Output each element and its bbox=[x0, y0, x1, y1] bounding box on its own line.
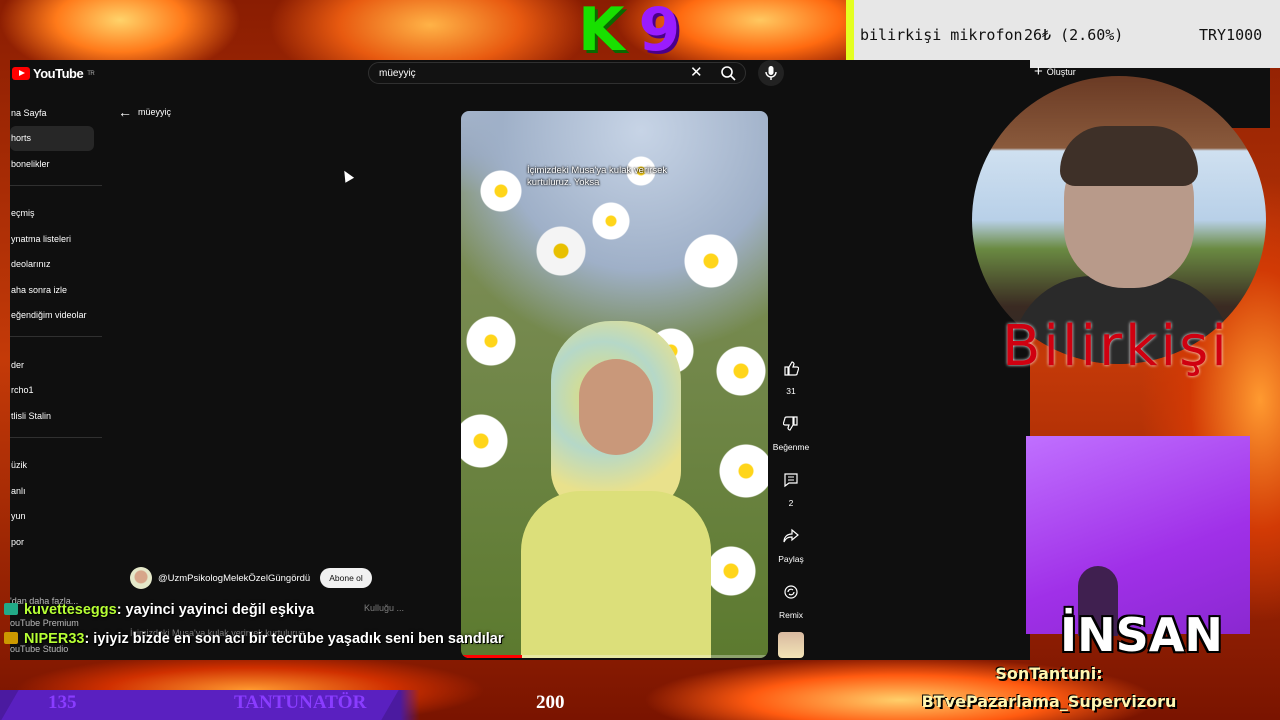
like-count: 31 bbox=[786, 386, 796, 396]
chat-message: kuvetteseggs: yayinci yayinci değil eşki… bbox=[4, 602, 314, 618]
microphone-icon bbox=[765, 66, 777, 80]
thumbs-up-icon bbox=[779, 356, 803, 380]
insan-label: İNSAN bbox=[1060, 608, 1223, 662]
video-title-ghost: Kulluğu ... bbox=[364, 603, 405, 613]
sidebar-item[interactable]: tlisli Stalin bbox=[10, 403, 105, 429]
sidebar-item[interactable]: ynatma listeleri bbox=[10, 226, 105, 252]
video-progress[interactable] bbox=[461, 655, 768, 658]
k9-number: 9 bbox=[638, 0, 681, 65]
sidebar-item[interactable]: anlı bbox=[10, 478, 105, 504]
goal-current: 135 bbox=[48, 692, 77, 713]
short-actions: 31 Beğenme 2 Paylaş Remix bbox=[770, 356, 812, 636]
chat-text: : yayinci yayinci değil eşkiya bbox=[116, 602, 315, 618]
share-button[interactable]: Paylaş bbox=[770, 524, 812, 580]
channel-avatar[interactable] bbox=[130, 567, 152, 589]
sidebar-item[interactable]: deolarınız bbox=[10, 252, 105, 278]
remix-label: Remix bbox=[778, 610, 804, 620]
goal-title: TANTUNATÖR bbox=[234, 692, 367, 713]
webcam-label: Bilirkişi bbox=[1002, 314, 1230, 379]
chat-username: kuvetteseggs bbox=[24, 602, 117, 618]
k9-logo: K9 bbox=[578, 0, 680, 60]
purple-camera-feed bbox=[1026, 436, 1250, 636]
remix-icon bbox=[779, 580, 803, 604]
arrow-left-icon: ← bbox=[118, 104, 132, 120]
back-button[interactable]: ← müeyyiç bbox=[118, 104, 171, 120]
search-icon bbox=[721, 66, 736, 81]
chat-message: NIPER33: iyiyiz bizde en son acı bir tec… bbox=[4, 631, 504, 647]
remix-button[interactable]: Remix bbox=[770, 580, 812, 636]
sidebar-item[interactable]: yun bbox=[10, 504, 105, 530]
youtube-logo[interactable]: YouTube TR bbox=[12, 66, 95, 81]
sidebar-item[interactable]: üzik bbox=[10, 453, 105, 479]
video-progress-fill bbox=[461, 655, 523, 658]
sidebar-item[interactable]: aha sonra izle bbox=[10, 277, 105, 303]
plus-icon: + bbox=[1034, 63, 1043, 80]
share-icon bbox=[779, 524, 803, 548]
channel-row: @UzmPsikologMelekÖzelGüngördü Abone ol bbox=[130, 567, 372, 589]
sound-thumbnail[interactable] bbox=[778, 632, 804, 658]
dislike-button[interactable]: Beğenme bbox=[770, 412, 812, 468]
comment-count: 2 bbox=[788, 498, 794, 508]
subscribe-button[interactable]: Abone ol bbox=[320, 568, 372, 588]
like-button[interactable]: 31 bbox=[770, 356, 812, 412]
goal-target: 200 bbox=[536, 692, 565, 713]
comment-icon bbox=[779, 468, 803, 492]
sidebar-item[interactable]: eğendiğim videolar bbox=[10, 303, 105, 329]
chat-username: NIPER33 bbox=[24, 631, 85, 647]
region-code: TR bbox=[87, 70, 95, 77]
share-label: Paylaş bbox=[778, 554, 804, 564]
sidebar-divider bbox=[10, 436, 102, 453]
sidebar-premium[interactable]: ouTube Premium bbox=[10, 618, 79, 628]
ticker-item: bilirkişi mikrofon bbox=[860, 26, 1023, 44]
sidebar-divider bbox=[10, 336, 102, 352]
thumbs-down-icon bbox=[779, 412, 803, 436]
sidebar: na Sayfa horts bonelikler eçmiş ynatma liste… bbox=[10, 100, 105, 555]
sidebar-item[interactable]: por bbox=[10, 529, 105, 555]
dislike-label: Beğenme bbox=[772, 442, 810, 452]
channel-name[interactable]: @UzmPsikologMelekÖzelGüngördü bbox=[158, 573, 310, 584]
sidebar-item[interactable]: eçmiş bbox=[10, 201, 105, 227]
sidebar-item[interactable]: na Sayfa bbox=[10, 100, 105, 126]
video-caption: İçimizdeki Musa'ya kulak verirsek kurtul… bbox=[527, 165, 668, 188]
comments-button[interactable]: 2 bbox=[770, 468, 812, 524]
k9-letter: K bbox=[578, 0, 625, 65]
last-tantuni-box: SonTantuni: BTvePazarlama_Supervizoru bbox=[862, 660, 1236, 716]
voice-search-button[interactable] bbox=[758, 60, 784, 86]
sidebar-item[interactable]: horts bbox=[10, 125, 94, 151]
clear-search-icon[interactable]: ✕ bbox=[690, 64, 703, 82]
ticker-price: 26₺ (2.60%) bbox=[1024, 26, 1124, 44]
chat-text: : iyiyiz bizde en son acı bir tecrübe ya… bbox=[84, 631, 504, 647]
chat-badge-icon bbox=[4, 632, 18, 644]
last-tantuni-name: BTvePazarlama_Supervizoru bbox=[921, 692, 1177, 711]
youtube-logo-text: YouTube bbox=[33, 66, 84, 81]
sidebar-item[interactable]: der bbox=[10, 352, 105, 378]
sidebar-item[interactable]: rcho1 bbox=[10, 378, 105, 404]
create-button[interactable]: + Oluştur bbox=[1034, 63, 1076, 80]
search-value: müeyyiç bbox=[379, 68, 416, 79]
donation-ticker: bilirkişi mikrofon 26₺ (2.60%) TRY1000 bbox=[846, 0, 1280, 68]
sidebar-divider bbox=[10, 184, 102, 201]
short-video-player[interactable]: İçimizdeki Musa'ya kulak verirsek kurtul… bbox=[461, 111, 768, 658]
speaker-figure bbox=[521, 321, 711, 658]
last-tantuni-title: SonTantuni: bbox=[995, 664, 1103, 683]
youtube-play-icon bbox=[12, 67, 30, 80]
search-button[interactable] bbox=[716, 62, 742, 84]
back-label: müeyyiç bbox=[138, 107, 172, 117]
ticker-goal: TRY1000 bbox=[1199, 26, 1263, 44]
stream-overlay: { "youtube":{ "logo_text":"YouTube", "lo… bbox=[0, 0, 1280, 720]
sidebar-item[interactable]: bonelikler bbox=[10, 151, 105, 177]
chat-badge-icon bbox=[4, 603, 18, 615]
create-label: Oluştur bbox=[1046, 66, 1076, 77]
goal-bar bbox=[0, 690, 820, 720]
